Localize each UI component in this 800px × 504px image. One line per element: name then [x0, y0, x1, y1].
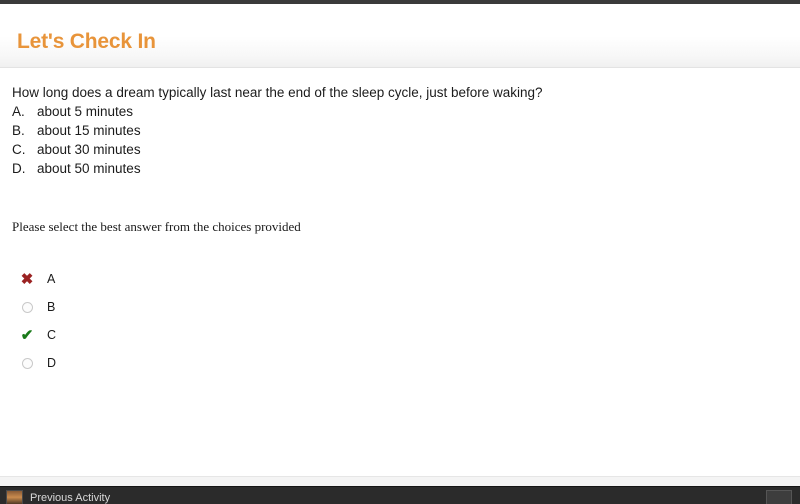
- cross-icon: ✖: [16, 272, 38, 287]
- question-choice-a: A. about 5 minutes: [12, 102, 800, 121]
- page-header: Let's Check In: [0, 16, 800, 68]
- top-nav-ghost-strip: [0, 4, 800, 16]
- answer-label-b: B: [47, 299, 56, 314]
- footer-navigation-bar: Previous Activity: [0, 486, 800, 504]
- choice-text-d: about 50 minutes: [37, 161, 141, 176]
- page-title: Let's Check In: [17, 30, 156, 53]
- cross-icon-glyph: ✖: [20, 270, 34, 288]
- check-icon-glyph: ✔: [20, 326, 34, 344]
- choice-letter-d: D.: [12, 161, 26, 176]
- subheader-ghost-strip: [0, 68, 800, 79]
- question-choice-b: B. about 15 minutes: [12, 121, 800, 140]
- answer-option-list: ✖ A B ✔ C D: [12, 265, 800, 377]
- question-block: How long does a dream typically last nea…: [12, 79, 800, 178]
- answer-label-d: D: [47, 355, 57, 370]
- radio-empty-icon[interactable]: [16, 301, 38, 313]
- next-activity-button[interactable]: [766, 490, 792, 504]
- answer-option-c[interactable]: ✔ C: [16, 321, 800, 349]
- question-choice-d: D. about 50 minutes: [12, 159, 800, 178]
- choice-letter-c: C.: [12, 142, 26, 157]
- instruction-text: Please select the best answer from the c…: [12, 219, 301, 234]
- choice-letter-a: A.: [12, 104, 25, 119]
- previous-activity-thumbnail[interactable]: [6, 490, 23, 504]
- check-icon: ✔: [16, 328, 38, 343]
- choice-text-a: about 5 minutes: [37, 104, 134, 119]
- answer-option-d[interactable]: D: [16, 349, 800, 377]
- answer-label-c: C: [47, 327, 57, 342]
- previous-activity-label[interactable]: Previous Activity: [30, 492, 110, 504]
- answer-label-a: A: [47, 271, 56, 286]
- radio-empty-icon-shape: [21, 301, 33, 313]
- main-content: How long does a dream typically last nea…: [0, 79, 800, 377]
- answer-option-a[interactable]: ✖ A: [16, 265, 800, 293]
- question-choice-c: C. about 30 minutes: [12, 140, 800, 159]
- question-stem: How long does a dream typically last nea…: [12, 85, 543, 100]
- choice-letter-b: B.: [12, 123, 25, 138]
- choice-text-b: about 15 minutes: [37, 123, 141, 138]
- radio-empty-icon-shape: [21, 357, 33, 369]
- radio-empty-icon[interactable]: [16, 357, 38, 369]
- answer-option-b[interactable]: B: [16, 293, 800, 321]
- choice-text-c: about 30 minutes: [37, 142, 141, 157]
